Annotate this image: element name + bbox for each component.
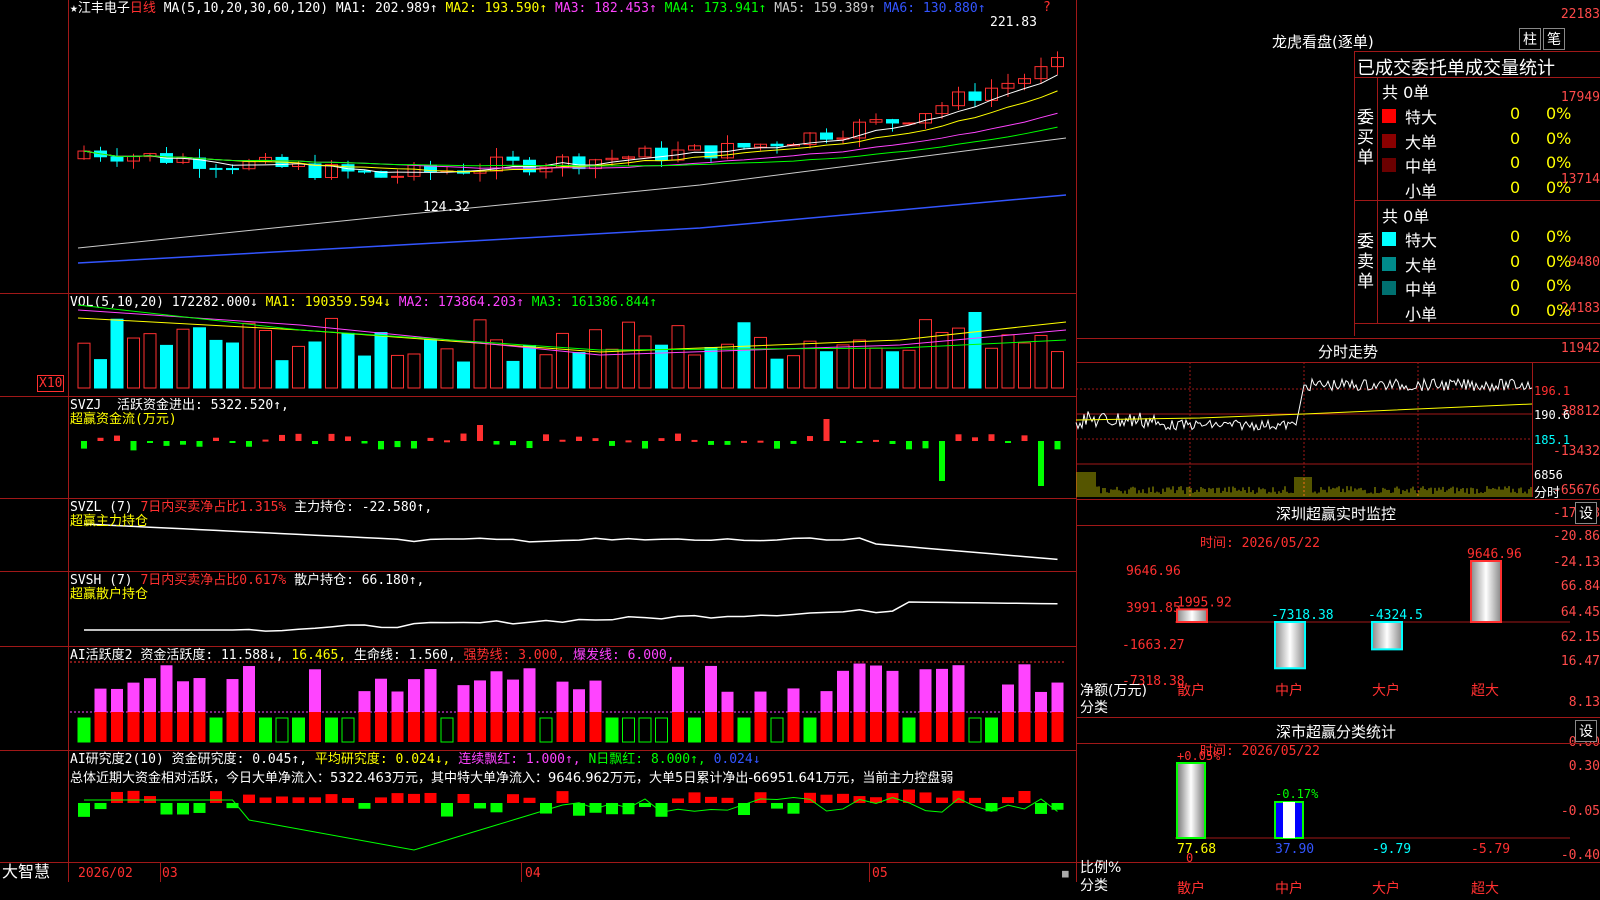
class-category-label: 散户 [1177,880,1205,897]
sz-class-chart[interactable]: +0.05% -0.17% 77.68 37.90 -9.79 -5.79 散户 中户 大户 超大 [0,0,1600,900]
class-bottom-label: 77.68 [1177,842,1216,857]
class-category-label: 超大 [1471,881,1499,897]
class-bottom-label: -5.79 [1471,842,1510,857]
class-top-label: +0.05% [1177,749,1221,763]
class-bar-highlight [1283,802,1295,838]
class-bar [1176,762,1206,839]
class-category-label: 大户 [1372,880,1400,897]
class-bottom-label: 37.90 [1275,842,1314,857]
class-top-label: -0.17% [1275,787,1319,801]
class-category-label: 中户 [1275,880,1303,897]
class-bottom-label: -9.79 [1372,842,1411,857]
